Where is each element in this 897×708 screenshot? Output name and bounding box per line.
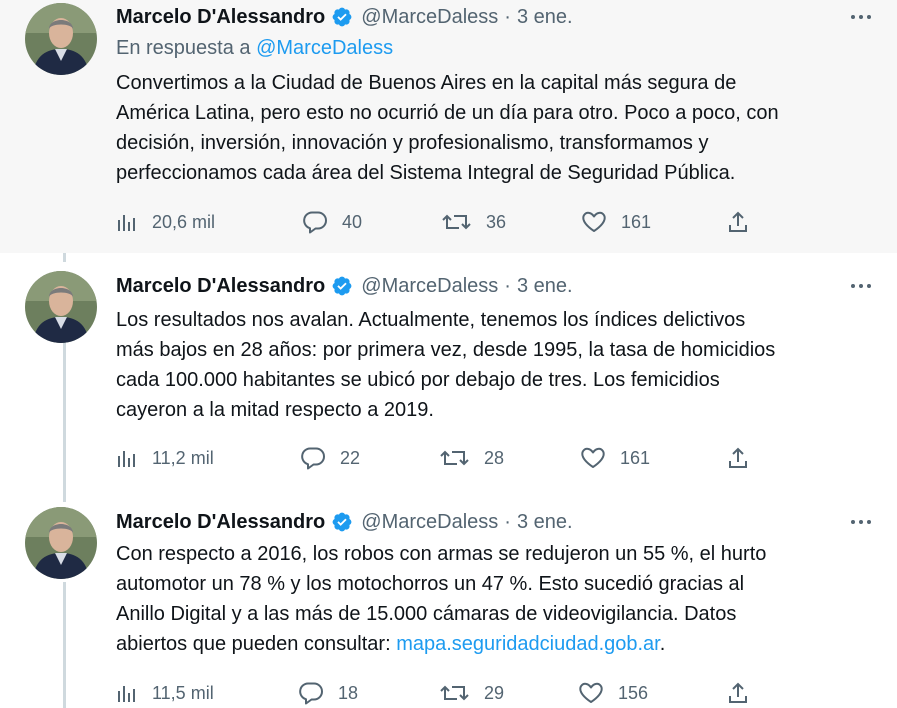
speech-bubble-icon <box>298 681 324 705</box>
author-name[interactable]: Marcelo D'Alessandro <box>116 511 325 534</box>
verified-badge-icon <box>331 6 353 28</box>
share-button[interactable] <box>726 443 750 473</box>
heart-icon <box>581 210 607 234</box>
reply-button[interactable]: 40 <box>302 207 362 237</box>
bar-chart-icon <box>116 211 138 233</box>
share-button[interactable] <box>726 207 750 237</box>
retweet-count: 28 <box>484 447 505 468</box>
author-name[interactable]: Marcelo D'Alessandro <box>116 6 325 29</box>
retweet-icon <box>442 210 472 234</box>
reply-count: 40 <box>342 211 363 232</box>
more-dots-icon[interactable] <box>849 7 873 33</box>
verified-badge-icon <box>331 511 353 533</box>
more-dots-icon[interactable] <box>849 512 873 538</box>
tweet-header: Marcelo D'Alessandro @MarceDaless · 3 en… <box>116 3 873 31</box>
like-button[interactable]: 156 <box>578 678 648 708</box>
reply-count: 22 <box>340 447 361 468</box>
like-count: 156 <box>618 682 649 703</box>
speech-bubble-icon <box>300 446 326 470</box>
heart-icon <box>578 681 604 705</box>
timestamp[interactable]: 3 ene. <box>517 275 573 298</box>
reply-context: En respuesta a @MarceDaless <box>116 37 393 60</box>
share-upload-icon <box>726 210 750 234</box>
author-name[interactable]: Marcelo D'Alessandro <box>116 275 325 298</box>
retweet-button[interactable]: 29 <box>440 678 504 708</box>
more-dots-icon[interactable] <box>849 276 873 302</box>
share-button[interactable] <box>726 678 750 708</box>
views-count: 11,2 mil <box>152 447 214 468</box>
views-button[interactable]: 11,5 mil <box>116 678 214 708</box>
like-count: 161 <box>621 211 652 232</box>
external-link[interactable]: mapa.seguridadciudad.gob.ar <box>396 633 660 655</box>
tweet-text: Convertimos a la Ciudad de Buenos Aires … <box>116 72 779 184</box>
retweet-icon <box>440 446 470 470</box>
bar-chart-icon <box>116 682 138 704</box>
author-handle[interactable]: @MarceDaless <box>361 6 498 29</box>
tweet-actions: 11,5 mil 18 29 156 <box>116 678 776 708</box>
reply-button[interactable]: 22 <box>300 443 360 473</box>
tweet[interactable]: Marcelo D'Alessandro @MarceDaless · 3 en… <box>0 0 897 253</box>
retweet-icon <box>440 681 470 705</box>
tweet[interactable]: Marcelo D'Alessandro @MarceDaless · 3 en… <box>0 253 897 490</box>
separator: · <box>504 274 511 297</box>
views-button[interactable]: 11,2 mil <box>116 443 214 473</box>
separator: · <box>504 5 511 28</box>
tweet-text: Con respecto a 2016, los robos con armas… <box>116 539 876 659</box>
like-button[interactable]: 161 <box>581 207 651 237</box>
retweet-count: 36 <box>486 211 507 232</box>
tweet-actions: 20,6 mil 40 36 161 <box>116 207 776 237</box>
views-button[interactable]: 20,6 mil <box>116 207 215 237</box>
tweet-text: Los resultados nos avalan. Actualmente, … <box>116 309 776 421</box>
heart-icon <box>580 446 606 470</box>
verified-badge-icon <box>331 275 353 297</box>
reply-prefix: En respuesta a <box>116 37 257 59</box>
share-upload-icon <box>726 681 750 705</box>
separator: · <box>504 510 511 533</box>
author-handle[interactable]: @MarceDaless <box>361 511 498 534</box>
timestamp[interactable]: 3 ene. <box>517 6 573 29</box>
speech-bubble-icon <box>302 210 328 234</box>
reply-count: 18 <box>338 682 359 703</box>
reply-handle-link[interactable]: @MarceDaless <box>256 37 393 59</box>
avatar[interactable] <box>25 507 97 579</box>
retweet-count: 29 <box>484 682 505 703</box>
share-upload-icon <box>726 446 750 470</box>
author-handle[interactable]: @MarceDaless <box>361 275 498 298</box>
retweet-button[interactable]: 28 <box>440 443 504 473</box>
tweet-header: Marcelo D'Alessandro @MarceDaless · 3 en… <box>116 272 873 300</box>
views-count: 20,6 mil <box>152 211 216 232</box>
reply-button[interactable]: 18 <box>298 678 358 708</box>
bar-chart-icon <box>116 447 138 469</box>
timestamp[interactable]: 3 ene. <box>517 511 573 534</box>
tweet-header: Marcelo D'Alessandro @MarceDaless · 3 en… <box>116 508 873 536</box>
tweet[interactable]: Marcelo D'Alessandro @MarceDaless · 3 en… <box>0 490 897 708</box>
retweet-button[interactable]: 36 <box>442 207 506 237</box>
tweet-text-suffix: . <box>659 633 666 655</box>
views-count: 11,5 mil <box>152 682 214 703</box>
like-count: 161 <box>620 447 651 468</box>
tweet-actions: 11,2 mil 22 28 161 <box>116 443 776 473</box>
avatar[interactable] <box>25 3 97 75</box>
avatar[interactable] <box>25 271 97 343</box>
like-button[interactable]: 161 <box>580 443 650 473</box>
